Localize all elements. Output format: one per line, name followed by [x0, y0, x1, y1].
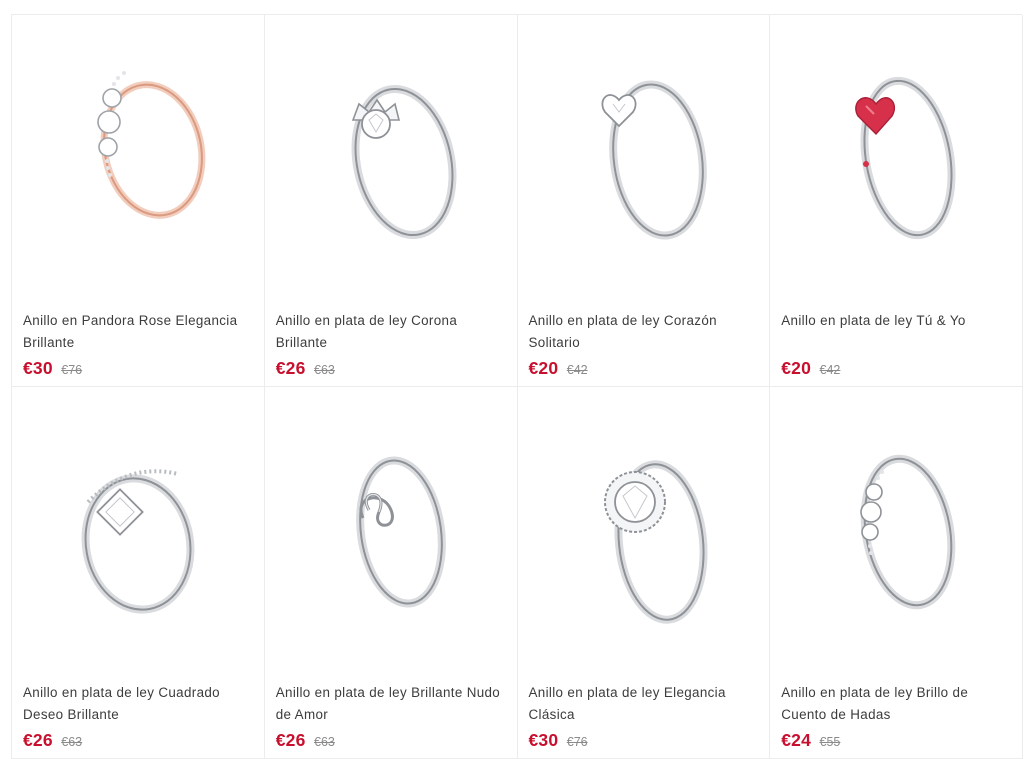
- wishbone-square-ring-icon: [81, 469, 195, 614]
- price-row: €30 €76: [23, 358, 82, 379]
- product-card[interactable]: Anillo en plata de ley Brillante Nudo de…: [264, 387, 518, 759]
- product-title[interactable]: Anillo en plata de ley Corazón Solitario: [529, 310, 761, 353]
- sale-price: €30: [528, 730, 559, 750]
- sale-price: €26: [275, 358, 306, 378]
- original-price: €42: [566, 363, 588, 377]
- price-row: €30 €76: [529, 730, 588, 751]
- product-card[interactable]: Anillo en Pandora Rose Elegancia Brillan…: [12, 15, 265, 387]
- original-price: €63: [314, 735, 335, 749]
- product-title[interactable]: Anillo en plata de ley Corona Brillante: [276, 310, 508, 353]
- product-image[interactable]: [265, 15, 517, 305]
- original-price: €42: [819, 363, 841, 377]
- original-price: €76: [566, 735, 588, 749]
- love-knot-ring-icon: [355, 456, 446, 608]
- price-row: €26 €63: [276, 358, 335, 379]
- product-title[interactable]: Anillo en plata de ley Tú & Yo: [781, 310, 1013, 332]
- product-title[interactable]: Anillo en plata de ley Cuadrado Deseo Br…: [23, 682, 255, 725]
- product-title[interactable]: Anillo en plata de ley Brillo de Cuento …: [781, 682, 1013, 725]
- silver-solitaire-heart-ring-icon: [601, 80, 708, 240]
- product-title[interactable]: Anillo en plata de ley Elegancia Clásica: [529, 682, 761, 725]
- product-card[interactable]: Anillo en plata de ley Tú & Yo €20 €42: [770, 15, 1023, 387]
- silver-crown-ring-icon: [351, 84, 457, 240]
- product-image[interactable]: [518, 387, 770, 677]
- sale-price: €20: [528, 358, 559, 378]
- product-image[interactable]: [265, 387, 517, 677]
- product-grid: Anillo en Pandora Rose Elegancia Brillan…: [11, 14, 1023, 759]
- original-price: €63: [61, 735, 83, 749]
- product-card[interactable]: Anillo en plata de ley Corazón Solitario…: [517, 15, 771, 387]
- sale-price: €30: [23, 358, 53, 378]
- original-price: €55: [819, 735, 841, 749]
- red-heart-ring-icon: [855, 76, 956, 240]
- three-stone-ring-icon: [860, 454, 956, 610]
- product-card[interactable]: Anillo en plata de ley Cuadrado Deseo Br…: [12, 387, 265, 759]
- product-title[interactable]: Anillo en plata de ley Brillante Nudo de…: [276, 682, 508, 725]
- product-image[interactable]: [770, 387, 1022, 677]
- sale-price: €20: [781, 358, 812, 378]
- product-image[interactable]: [12, 387, 264, 677]
- halo-ring-icon: [604, 460, 708, 624]
- original-price: €76: [61, 363, 83, 377]
- product-title[interactable]: Anillo en Pandora Rose Elegancia Brillan…: [23, 310, 255, 353]
- original-price: €63: [314, 363, 335, 377]
- product-card[interactable]: Anillo en plata de ley Elegancia Clásica…: [517, 387, 771, 759]
- price-row: €20 €42: [529, 358, 588, 379]
- sale-price: €26: [275, 730, 306, 750]
- sale-price: €26: [23, 730, 53, 750]
- price-row: €26 €63: [23, 730, 82, 751]
- rose-gold-ring-icon: [97, 71, 206, 219]
- product-image[interactable]: [12, 15, 264, 305]
- product-card[interactable]: Anillo en plata de ley Corona Brillante …: [264, 15, 518, 387]
- product-image[interactable]: [518, 15, 770, 305]
- price-row: €20 €42: [781, 358, 840, 379]
- sale-price: €24: [781, 730, 812, 750]
- product-card[interactable]: Anillo en plata de ley Brillo de Cuento …: [770, 387, 1023, 759]
- price-row: €24 €55: [781, 730, 840, 751]
- product-image[interactable]: [770, 15, 1022, 305]
- price-row: €26 €63: [276, 730, 335, 751]
